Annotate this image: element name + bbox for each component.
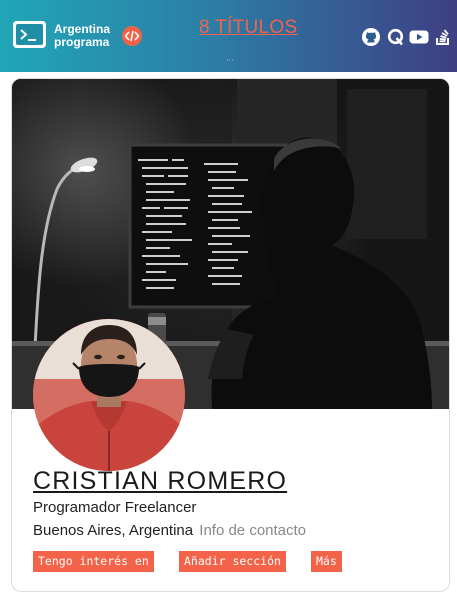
brand-line-2: programa: [54, 35, 110, 49]
stackoverflow-icon[interactable]: [434, 27, 454, 47]
quora-icon[interactable]: [386, 27, 406, 47]
add-section-button[interactable]: Añadir sección: [179, 551, 286, 572]
profile-location: Buenos Aires, Argentina: [33, 522, 194, 539]
avatar[interactable]: [33, 319, 185, 471]
youtube-icon[interactable]: [409, 27, 429, 47]
profile-card: CRISTIAN ROMERO Programador Freelancer B…: [11, 78, 450, 592]
github-icon[interactable]: [361, 27, 381, 47]
more-button[interactable]: Más: [311, 551, 342, 572]
terminal-icon[interactable]: [13, 21, 46, 48]
profile-name[interactable]: CRISTIAN ROMERO: [33, 467, 287, 496]
contact-info-link[interactable]: Info de contacto: [199, 522, 306, 539]
profile-location-row: Buenos Aires, Argentina Info de contacto: [33, 522, 306, 539]
handle-dots: ···: [226, 56, 234, 65]
brand-name[interactable]: Argentina programa: [54, 23, 110, 49]
top-navbar: Argentina programa 8 TÍTULOS ···: [0, 0, 457, 72]
profile-role: Programador Freelancer: [33, 499, 197, 516]
titles-link[interactable]: 8 TÍTULOS: [199, 17, 297, 39]
interests-button[interactable]: Tengo interés en: [33, 551, 154, 572]
code-icon: [122, 26, 142, 46]
